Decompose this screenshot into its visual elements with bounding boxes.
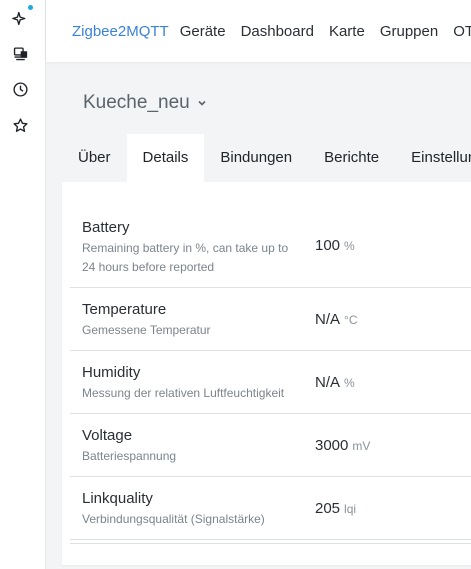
expose-description: Gemessene Temperatur — [82, 323, 211, 337]
devices-icon[interactable] — [10, 44, 30, 64]
clock-icon[interactable] — [10, 79, 30, 99]
expose-row-humidity: Humidity Messung der relativen Luftfeuch… — [70, 350, 471, 414]
expose-name: Humidity — [82, 364, 141, 381]
nav-link-map[interactable]: Karte — [329, 23, 365, 40]
expose-row-voltage: Voltage Batteriespannung 3000 mV — [70, 413, 471, 477]
expose-name: Battery — [82, 219, 130, 236]
nav-link-groups[interactable]: Gruppen — [380, 23, 438, 40]
device-selector[interactable]: Kueche_neu — [83, 92, 207, 114]
nav-link-dashboard[interactable]: Dashboard — [241, 23, 314, 40]
chevron-down-icon — [198, 100, 206, 106]
sparkle-icon[interactable] — [10, 5, 33, 28]
main-content: Zigbee2MQTT Geräte Dashboard Karte Grupp… — [46, 0, 471, 569]
star-icon[interactable] — [10, 115, 30, 135]
tab-details[interactable]: Details — [126, 134, 205, 182]
expose-value: 100% — [315, 237, 355, 254]
expose-value: N/A °C — [315, 311, 358, 328]
brand-link[interactable]: Zigbee2MQTT — [72, 23, 169, 40]
expose-value: 3000 mV — [315, 437, 371, 454]
expose-value: 205 lqi — [315, 500, 357, 517]
tab-bindings[interactable]: Bindungen — [204, 134, 308, 182]
expose-row-battery: Battery Remaining battery in %, can take… — [70, 206, 471, 288]
sidebar — [0, 0, 46, 569]
expose-row-temperature: Temperature Gemessene Temperatur N/A °C — [70, 287, 471, 351]
expose-value: N/A% — [315, 374, 355, 391]
details-card: Battery Remaining battery in %, can take… — [62, 182, 471, 565]
divider — [70, 543, 471, 544]
tab-settings[interactable]: Einstellungen — [395, 134, 471, 182]
nav-link-devices[interactable]: Geräte — [180, 23, 226, 40]
device-name: Kueche_neu — [83, 92, 190, 113]
nav-link-ota[interactable]: OTA — [453, 23, 471, 40]
expose-description: Remaining battery in %, can take up to 2… — [82, 241, 289, 274]
expose-description: Batteriespannung — [82, 449, 177, 463]
tab-reports[interactable]: Berichte — [308, 134, 395, 182]
tab-about[interactable]: Über — [62, 134, 127, 182]
device-tabs: Über Details Bindungen Berichte Einstell… — [62, 134, 471, 182]
expose-row-linkquality: Linkquality Verbindungsqualität (Signals… — [70, 476, 471, 540]
expose-description: Verbindungsqualität (Signalstärke) — [82, 512, 265, 526]
expose-description: Messung der relativen Luftfeuchtigkeit — [82, 386, 285, 400]
expose-name: Voltage — [82, 427, 133, 444]
expose-name: Linkquality — [82, 490, 153, 507]
top-navbar: Zigbee2MQTT Geräte Dashboard Karte Grupp… — [46, 0, 471, 62]
expose-name: Temperature — [82, 301, 167, 318]
notification-dot — [28, 5, 33, 10]
